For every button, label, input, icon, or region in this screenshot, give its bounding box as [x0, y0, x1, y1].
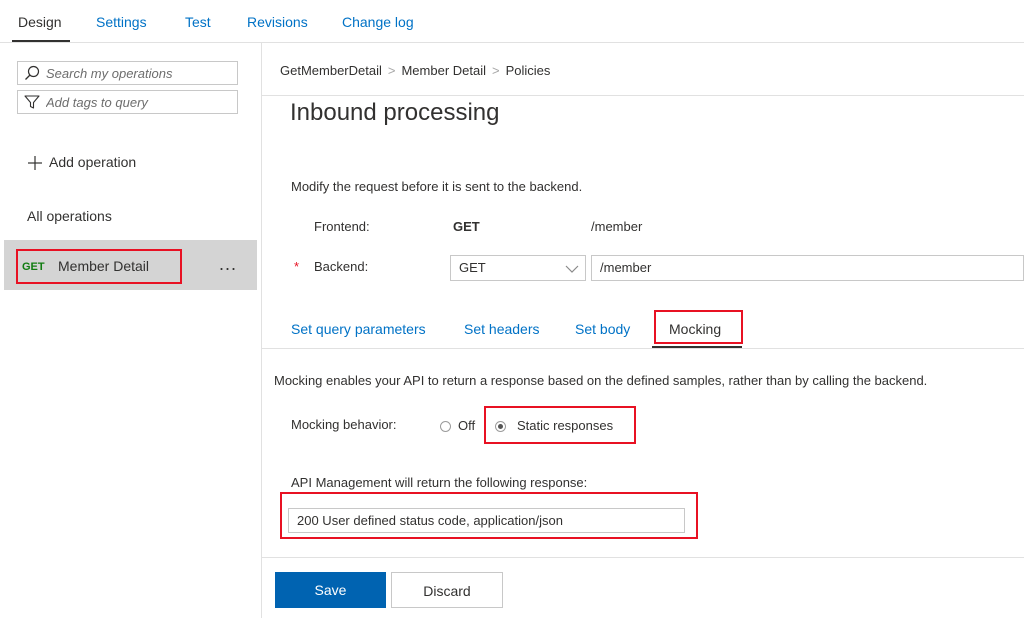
backend-path-input[interactable]: /member: [591, 255, 1024, 281]
highlight-box-response: [280, 492, 698, 539]
radio-off[interactable]: [440, 421, 451, 432]
breadcrumb: GetMemberDetail > Member Detail > Policies: [280, 63, 550, 78]
tab-design[interactable]: Design: [12, 0, 70, 42]
tab-set-query-parameters[interactable]: Set query parameters: [291, 321, 426, 337]
tags-query-field[interactable]: [17, 90, 238, 114]
tab-set-body[interactable]: Set body: [575, 321, 630, 337]
plus-icon: [28, 156, 42, 170]
mocking-description: Mocking enables your API to return a res…: [274, 373, 928, 388]
main-panel: GetMemberDetail > Member Detail > Policies I…: [262, 43, 1024, 618]
tags-input[interactable]: [46, 92, 231, 112]
add-operation-button[interactable]: Add operation: [28, 154, 136, 170]
add-operation-label: Add operation: [49, 154, 137, 170]
request-description: Modify the request before it is sent to …: [291, 179, 583, 194]
chevron-down-icon: [565, 265, 579, 273]
breadcrumb-api[interactable]: GetMemberDetail: [280, 63, 382, 78]
divider: [262, 557, 1024, 558]
search-icon: [25, 65, 40, 80]
breadcrumb-separator: >: [387, 63, 396, 78]
all-operations-item[interactable]: All operations: [27, 208, 112, 224]
tab-revisions[interactable]: Revisions: [247, 0, 308, 42]
mocking-behavior-label: Mocking behavior:: [291, 417, 397, 432]
highlight-box-operation: [16, 249, 182, 284]
highlight-box-static-responses: [484, 406, 636, 444]
more-options-icon[interactable]: ...: [219, 254, 237, 275]
breadcrumb-operation[interactable]: Member Detail: [401, 63, 486, 78]
tab-settings[interactable]: Settings: [96, 0, 147, 42]
search-operations-field[interactable]: [17, 61, 238, 85]
divider: [262, 348, 1024, 349]
breadcrumb-policies: Policies: [505, 63, 551, 78]
filter-icon: [24, 95, 40, 109]
search-input[interactable]: [46, 63, 231, 83]
frontend-method: GET: [453, 219, 480, 234]
breadcrumb-separator: >: [492, 63, 500, 78]
divider: [262, 95, 1024, 96]
page-title: Inbound processing: [290, 99, 500, 126]
response-label: API Management will return the following…: [291, 475, 588, 490]
discard-button[interactable]: Discard: [391, 572, 503, 608]
tab-test[interactable]: Test: [185, 0, 211, 42]
backend-label: Backend:: [314, 259, 369, 274]
top-tab-bar: Design Settings Test Revisions Change lo…: [0, 0, 1024, 43]
required-asterisk: *: [294, 259, 300, 274]
tab-change-log[interactable]: Change log: [342, 0, 414, 42]
sidebar: Add operation All operations GET Member …: [0, 43, 262, 618]
save-button[interactable]: Save: [275, 572, 386, 608]
highlight-box-mocking-tab: [654, 310, 743, 344]
frontend-path: /member: [591, 219, 643, 234]
backend-method-select[interactable]: GET: [450, 255, 586, 281]
radio-off-label: Off: [458, 418, 476, 433]
tab-set-headers[interactable]: Set headers: [464, 321, 540, 337]
frontend-label: Frontend:: [314, 219, 370, 234]
backend-method-value: GET: [459, 260, 486, 275]
